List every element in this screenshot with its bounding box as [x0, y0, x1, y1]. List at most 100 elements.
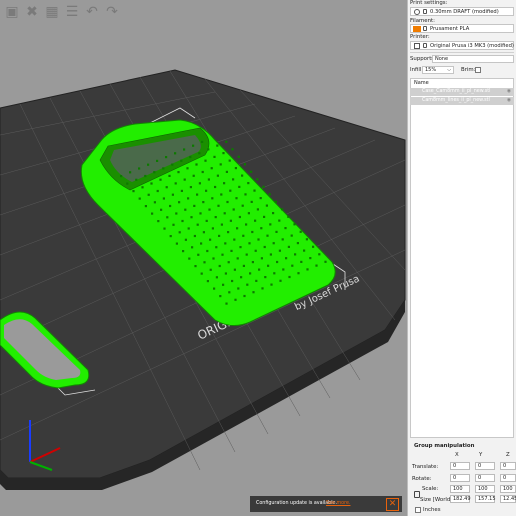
case-hole — [275, 230, 278, 233]
infill-select[interactable]: 15% ⌵ — [422, 66, 454, 74]
case-hole — [238, 215, 241, 219]
case-hole — [144, 174, 147, 178]
case-hole — [216, 174, 219, 177]
print-settings-combo[interactable]: 0.30mm DRAFT (modified) — [410, 7, 514, 16]
layers-icon[interactable]: ☰ — [64, 4, 80, 20]
case-hole — [228, 159, 231, 162]
translate-label: Translate: — [412, 464, 439, 470]
case-hole — [224, 272, 227, 275]
size-y-input[interactable]: 157.15 — [475, 495, 496, 503]
case-hole — [215, 246, 218, 249]
notification-link[interactable]: See more. — [326, 501, 350, 506]
translate-z-input[interactable]: 0 — [500, 462, 516, 470]
undo-icon[interactable]: ↶ — [84, 4, 100, 20]
case-hole — [256, 208, 259, 211]
case-hole — [220, 193, 223, 196]
case-hole — [174, 182, 177, 185]
case-hole — [233, 238, 236, 241]
case-hole — [287, 215, 290, 218]
rotate-y-input[interactable]: 0 — [475, 474, 495, 482]
notification-text: Configuration update is available. — [256, 501, 338, 506]
eye-icon[interactable]: ◉ — [507, 97, 511, 105]
case-hole — [239, 246, 242, 249]
printer-combo[interactable]: Original Prusa i3 MK3 (modified) — [410, 41, 514, 50]
case-hole — [175, 212, 178, 215]
case-hole — [279, 279, 282, 282]
rotate-z-input[interactable]: 0 — [500, 474, 516, 482]
case-hole — [231, 148, 234, 151]
case-hole — [192, 144, 195, 147]
case-hole — [233, 268, 236, 271]
scale-x-input[interactable]: 100 — [450, 485, 470, 493]
bed-scene[interactable]: ORIGINAL PRUSA i3 MK3 by Josef Prusa — [0, 0, 407, 516]
3d-viewport[interactable]: ORIGINAL PRUSA i3 MK3 by Josef Prusa ▣ ✖… — [0, 0, 407, 516]
sidebar: Print settings: 0.30mm DRAFT (modified) … — [407, 0, 516, 516]
lock-icon — [423, 43, 427, 48]
case-hole — [273, 272, 276, 275]
case-hole — [195, 163, 198, 166]
case-hole — [214, 216, 217, 219]
object-name: Cam8mm_lines_ii_pl_new.stl — [422, 98, 490, 103]
separator — [410, 52, 514, 53]
case-hole — [135, 178, 138, 181]
axis-y-label: Y — [479, 452, 483, 458]
rotate-label: Rotate: — [412, 476, 432, 482]
case-hole — [209, 268, 212, 271]
filament-combo[interactable]: Prusament PLA — [410, 24, 514, 33]
redo-icon[interactable]: ↷ — [104, 4, 120, 20]
close-icon[interactable]: ✕ — [386, 498, 399, 511]
case-hole — [144, 205, 147, 208]
case-hole — [202, 201, 205, 204]
size-z-input[interactable]: 12.45 — [500, 495, 516, 503]
object-list[interactable]: Name — [410, 78, 514, 438]
case-hole — [225, 140, 228, 143]
group-manipulation-title: Group manipulation — [414, 443, 475, 449]
brim-checkbox[interactable] — [475, 67, 481, 73]
inches-label: Inches — [423, 507, 441, 513]
case-hole — [285, 257, 288, 260]
case-hole — [263, 215, 266, 218]
inches-checkbox[interactable] — [415, 507, 421, 513]
scale-y-input[interactable]: 100 — [475, 485, 495, 493]
case-hole — [223, 212, 226, 215]
translate-y-input[interactable]: 0 — [475, 462, 495, 470]
case-hole — [243, 163, 246, 166]
case-hole — [250, 170, 253, 173]
case-hole — [178, 201, 181, 204]
case-hole — [274, 200, 277, 203]
case-hole — [265, 204, 268, 207]
case-hole — [177, 171, 180, 174]
case-hole — [141, 186, 144, 189]
case-hole — [196, 223, 199, 226]
scale-z-input[interactable]: 100 — [500, 485, 516, 493]
list-item[interactable]: Case_Cam8mm_ii_pl_new.stl ◉ — [410, 88, 514, 96]
eye-icon[interactable]: ◉ — [507, 88, 511, 96]
delete-icon[interactable]: ✖ — [24, 4, 40, 20]
case-hole — [172, 223, 175, 226]
settings-gear-icon — [414, 9, 420, 15]
case-hole — [171, 193, 174, 196]
case-hole — [293, 223, 296, 226]
add-icon[interactable]: ▣ — [4, 4, 20, 20]
case-hole — [247, 182, 250, 185]
supports-select[interactable]: None — [432, 55, 514, 63]
case-hole — [171, 163, 174, 166]
case-hole — [229, 219, 232, 222]
case-hole — [248, 242, 251, 245]
printer-label: Printer: — [410, 34, 430, 40]
case-hole — [165, 156, 168, 159]
arrange-icon[interactable]: ▦ — [44, 4, 60, 20]
case-hole — [220, 223, 223, 226]
rotate-x-input[interactable]: 0 — [450, 474, 470, 482]
translate-x-input[interactable]: 0 — [450, 462, 470, 470]
case-hole — [201, 170, 204, 174]
case-hole — [189, 155, 192, 159]
case-hole — [153, 171, 156, 174]
case-hole — [260, 257, 263, 260]
list-item[interactable]: Cam8mm_lines_ii_pl_new.stl ◉ — [410, 97, 514, 105]
case-hole — [215, 276, 218, 279]
case-hole — [181, 219, 184, 223]
size-x-input[interactable]: 182.49 — [450, 495, 471, 503]
case-hole — [312, 245, 315, 248]
case-hole — [120, 175, 123, 178]
